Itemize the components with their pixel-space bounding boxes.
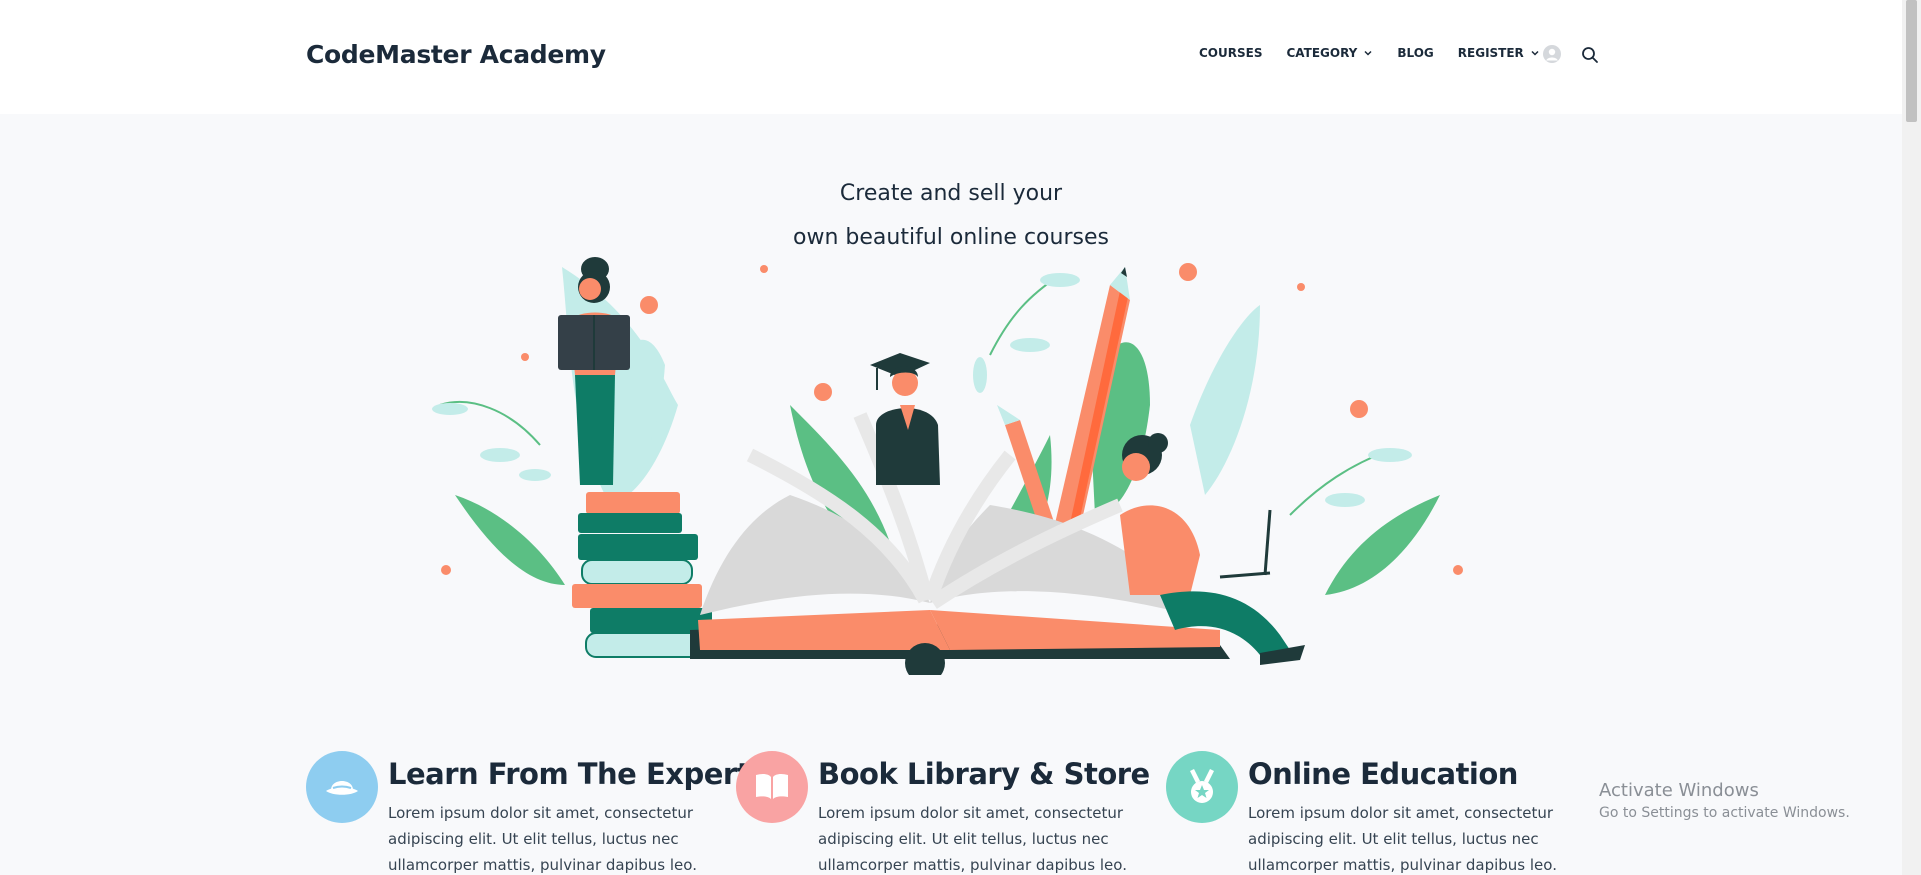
nav-register[interactable]: REGISTER [1458, 46, 1540, 60]
page-scrollbar[interactable] [1902, 0, 1921, 875]
hat-icon [326, 781, 358, 795]
hero-line-1: Create and sell your [839, 181, 1063, 206]
nav-courses[interactable]: COURSES [1199, 46, 1262, 60]
feature-title: Book Library & Store [818, 757, 1150, 791]
user-avatar-icon[interactable] [1543, 45, 1561, 63]
main-nav: COURSES CATEGORY BLOG REGISTER [1199, 46, 1540, 60]
scrollbar-thumb[interactable] [1906, 0, 1917, 122]
nav-category[interactable]: CATEGORY [1286, 46, 1373, 60]
feature-title: Learn From The Experts [388, 757, 767, 791]
search-icon[interactable] [1581, 46, 1599, 64]
chevron-down-icon [1531, 50, 1539, 56]
feature-description: Lorem ipsum dolor sit amet, consectetur … [818, 804, 1127, 874]
nav-blog-label: BLOG [1397, 46, 1434, 60]
feature-description: Lorem ipsum dolor sit amet, consectetur … [388, 804, 697, 874]
nav-category-label: CATEGORY [1286, 46, 1358, 60]
medal-icon [1190, 769, 1214, 803]
nav-register-label: REGISTER [1457, 46, 1524, 60]
hero-heading: Create and sell your own beautiful onlin… [700, 172, 1202, 260]
open-book-icon [756, 773, 788, 799]
hero-line-2: own beautiful online courses [793, 225, 1109, 250]
activate-windows-title: Activate Windows [1599, 780, 1759, 801]
feature-icon-circle [306, 751, 378, 823]
chevron-down-icon [1364, 50, 1372, 56]
feature-title: Online Education [1248, 757, 1518, 791]
feature-description: Lorem ipsum dolor sit amet, consectetur … [1248, 804, 1557, 874]
nav-courses-label: COURSES [1199, 46, 1263, 60]
feature-icon-circle [1166, 751, 1238, 823]
activate-windows-subtitle: Go to Settings to activate Windows. [1599, 805, 1850, 821]
site-header: CodeMaster Academy COURSES CATEGORY BLOG… [0, 0, 1902, 114]
feature-icon-circle [736, 751, 808, 823]
graduate [870, 353, 940, 485]
activate-windows-watermark: Activate Windows Go to Settings to activ… [1599, 780, 1850, 821]
hero-illustration [432, 257, 1463, 675]
site-logo[interactable]: CodeMaster Academy [306, 40, 606, 69]
nav-blog[interactable]: BLOG [1397, 46, 1433, 60]
